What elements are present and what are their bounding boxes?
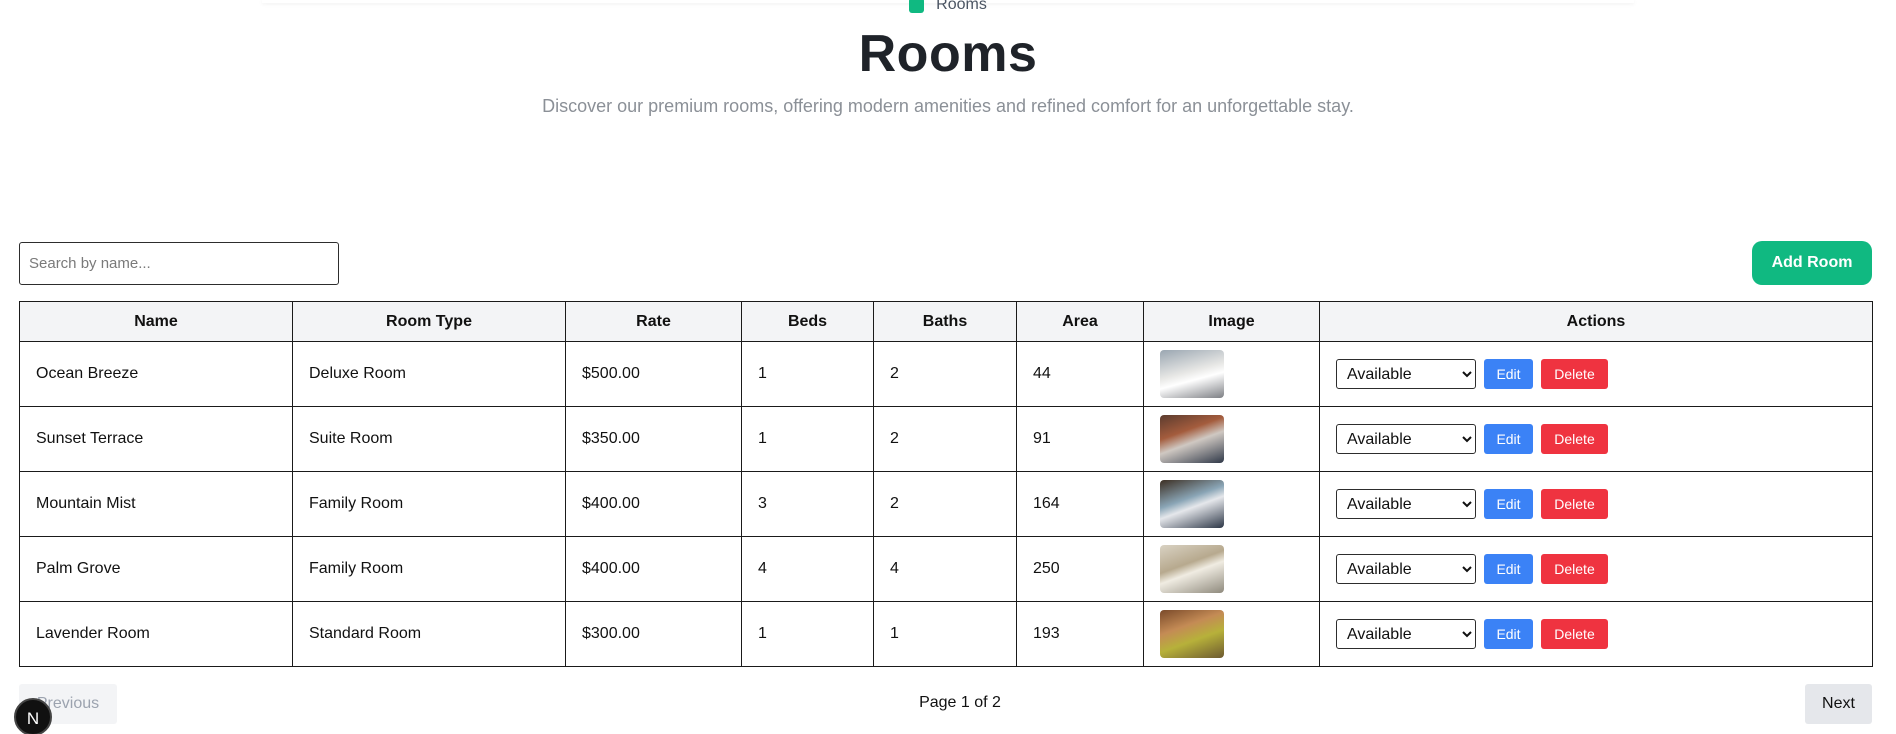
edit-button[interactable]: Edit	[1484, 424, 1533, 454]
edit-button[interactable]: Edit	[1484, 489, 1533, 519]
next-page-button[interactable]: Next	[1805, 684, 1872, 724]
table-row: Palm Grove Family Room $400.00 4 4 250 A…	[19, 536, 1873, 602]
column-header-beds: Beds	[741, 301, 874, 342]
room-name-cell: Sunset Terrace	[19, 406, 293, 472]
image-cell	[1143, 471, 1320, 537]
area-cell: 193	[1016, 601, 1144, 667]
actions-cell: Available Edit Delete	[1319, 341, 1873, 407]
page-indicator: Page 1 of 2	[919, 694, 1001, 711]
column-header-rate: Rate	[565, 301, 742, 342]
delete-button[interactable]: Delete	[1541, 554, 1608, 584]
breadcrumb-label: Rooms	[936, 0, 987, 13]
actions-cell: Available Edit Delete	[1319, 536, 1873, 602]
table-row: Lavender Room Standard Room $300.00 1 1 …	[19, 601, 1873, 667]
actions-cell: Available Edit Delete	[1319, 601, 1873, 667]
image-cell	[1143, 341, 1320, 407]
image-cell	[1143, 406, 1320, 472]
beds-cell: 1	[741, 601, 874, 667]
search-input[interactable]	[19, 242, 339, 285]
area-cell: 250	[1016, 536, 1144, 602]
delete-button[interactable]: Delete	[1541, 359, 1608, 389]
actions-cell: Available Edit Delete	[1319, 406, 1873, 472]
room-type-cell: Suite Room	[292, 406, 566, 472]
baths-cell: 2	[873, 406, 1017, 472]
table-row: Ocean Breeze Deluxe Room $500.00 1 2 44 …	[19, 341, 1873, 407]
square-icon	[909, 0, 925, 13]
baths-cell: 2	[873, 471, 1017, 537]
column-header-name: Name	[19, 301, 293, 342]
edit-button[interactable]: Edit	[1484, 619, 1533, 649]
room-type-cell: Family Room	[292, 471, 566, 537]
area-cell: 91	[1016, 406, 1144, 472]
status-select[interactable]: Available	[1336, 619, 1476, 649]
image-cell	[1143, 601, 1320, 667]
rate-cell: $400.00	[565, 536, 742, 602]
edit-button[interactable]: Edit	[1484, 359, 1533, 389]
breadcrumb: Rooms	[0, 0, 1896, 14]
delete-button[interactable]: Delete	[1541, 619, 1608, 649]
delete-button[interactable]: Delete	[1541, 424, 1608, 454]
table-header-row: Name Room Type Rate Beds Baths Area Imag…	[19, 301, 1873, 342]
beds-cell: 4	[741, 536, 874, 602]
rooms-table: Name Room Type Rate Beds Baths Area Imag…	[19, 301, 1873, 667]
room-thumbnail	[1160, 415, 1224, 463]
table-row: Sunset Terrace Suite Room $350.00 1 2 91…	[19, 406, 1873, 472]
actions-cell: Available Edit Delete	[1319, 471, 1873, 537]
room-name-cell: Ocean Breeze	[19, 341, 293, 407]
room-thumbnail	[1160, 480, 1224, 528]
status-select[interactable]: Available	[1336, 424, 1476, 454]
column-header-area: Area	[1016, 301, 1144, 342]
page-subtitle: Discover our premium rooms, offering mod…	[542, 96, 1354, 116]
edit-button[interactable]: Edit	[1484, 554, 1533, 584]
column-header-image: Image	[1143, 301, 1320, 342]
delete-button[interactable]: Delete	[1541, 489, 1608, 519]
room-type-cell: Family Room	[292, 536, 566, 602]
baths-cell: 1	[873, 601, 1017, 667]
room-type-cell: Deluxe Room	[292, 341, 566, 407]
room-name-cell: Mountain Mist	[19, 471, 293, 537]
nextjs-badge-icon[interactable]: N	[14, 698, 52, 734]
column-header-baths: Baths	[873, 301, 1017, 342]
area-cell: 44	[1016, 341, 1144, 407]
area-cell: 164	[1016, 471, 1144, 537]
status-select[interactable]: Available	[1336, 359, 1476, 389]
room-type-cell: Standard Room	[292, 601, 566, 667]
image-cell	[1143, 536, 1320, 602]
baths-cell: 4	[873, 536, 1017, 602]
table-row: Mountain Mist Family Room $400.00 3 2 16…	[19, 471, 1873, 537]
rate-cell: $350.00	[565, 406, 742, 472]
beds-cell: 1	[741, 341, 874, 407]
beds-cell: 3	[741, 471, 874, 537]
column-header-actions: Actions	[1319, 301, 1873, 342]
rate-cell: $500.00	[565, 341, 742, 407]
baths-cell: 2	[873, 341, 1017, 407]
rate-cell: $300.00	[565, 601, 742, 667]
room-thumbnail	[1160, 350, 1224, 398]
beds-cell: 1	[741, 406, 874, 472]
room-thumbnail	[1160, 610, 1224, 658]
add-room-button[interactable]: Add Room	[1752, 241, 1872, 285]
room-name-cell: Palm Grove	[19, 536, 293, 602]
column-header-room-type: Room Type	[292, 301, 566, 342]
status-select[interactable]: Available	[1336, 554, 1476, 584]
room-thumbnail	[1160, 545, 1224, 593]
page-title: Rooms	[858, 25, 1038, 83]
status-select[interactable]: Available	[1336, 489, 1476, 519]
room-name-cell: Lavender Room	[19, 601, 293, 667]
rate-cell: $400.00	[565, 471, 742, 537]
